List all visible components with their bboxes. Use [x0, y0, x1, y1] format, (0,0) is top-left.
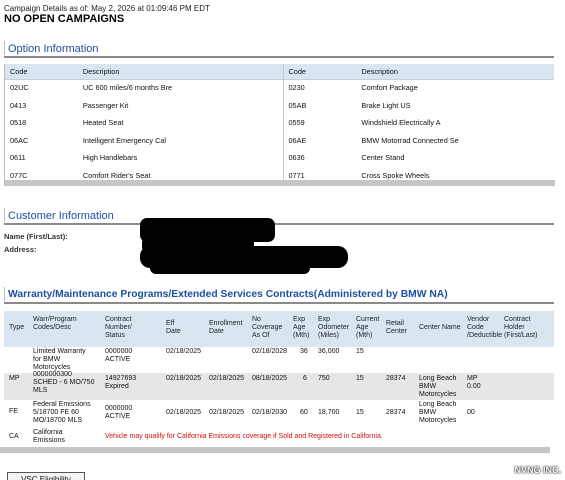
col-header-type: Type — [9, 324, 25, 331]
warranty-table-header: Type Warr/Program Codes/Desc Contract Nu… — [4, 311, 554, 347]
exp-odometer: 18,700 — [318, 409, 340, 416]
col-header-contract-holder: Contract Holder (First/Last) — [504, 316, 538, 339]
campaign-status: NO OPEN CAMPAIGNS — [4, 13, 125, 25]
program-desc: 0000000300 SCHED - 6 MO/750 MLS — [33, 371, 95, 394]
retail-center: 28374 — [386, 409, 406, 416]
option-table: Code Description Code Description 02UC U… — [4, 64, 555, 186]
eff-date: 02/18/2025 — [166, 409, 202, 416]
table-row: 02UC UC 600 miles/6 months Bre 0230 Comf… — [5, 80, 554, 98]
option-code: 06AE — [288, 135, 307, 145]
table-row: Limited Warranty for BMW Motorcycles 000… — [4, 347, 554, 373]
option-description: Intelligent Emergency Cal — [78, 132, 284, 150]
table-row: 06AC Intelligent Emergency Cal 06AE BMW … — [5, 132, 554, 150]
option-code: 0559 — [288, 118, 305, 127]
option-code: 06AC — [10, 135, 29, 145]
eff-date: 02/18/2025 — [166, 375, 202, 382]
enrollment-date: 02/18/2025 — [209, 409, 245, 416]
col-header-program: Warr/Program Codes/Desc — [33, 316, 77, 331]
col-header-contract: Contract Number/ Status — [105, 316, 132, 339]
col-header-exp-age: Exp Age (Mth) — [293, 316, 310, 339]
col-header-description-2: Description — [361, 67, 398, 76]
col-header-current-age: Current Age (Mth) — [356, 316, 380, 339]
exp-odometer: 750 — [318, 375, 330, 382]
watermark: NVNG INC. — [514, 465, 561, 475]
exp-odometer: 36,000 — [318, 348, 340, 355]
vendor-code: 00 — [467, 409, 475, 416]
exp-age: 6 — [303, 375, 307, 382]
option-table-footer-bar — [5, 180, 555, 186]
coverage-date: 08/18/2025 — [252, 375, 288, 382]
retail-center: 28374 — [386, 375, 406, 382]
col-header-eff-date: Eff Date — [166, 320, 181, 335]
coverage-date: 02/18/2028 — [252, 348, 288, 355]
program-type: CA — [9, 433, 19, 440]
option-description: Comfort Package — [361, 83, 418, 92]
option-code: 05AB — [288, 100, 307, 110]
enrollment-date: 02/18/2025 — [209, 375, 245, 382]
option-description: High Handlebars — [78, 150, 284, 168]
center-name: Long Beach BMW Motorcycles — [419, 375, 457, 398]
table-row: 0611 High Handlebars 0636 Center Stand — [5, 150, 554, 168]
coverage-date: 02/18/2030 — [252, 409, 288, 416]
campaign-asof-text: Campaign Details as of: May 2, 2026 at 0… — [4, 4, 210, 13]
california-emissions-note: Vehicle may qualify for California Emiss… — [105, 433, 383, 440]
exp-age: 60 — [300, 409, 308, 416]
option-code: 02UC — [10, 83, 29, 92]
center-name: Long Beach BMW Motorcycles — [419, 401, 457, 424]
col-header-retail-center: Retail Center — [386, 320, 408, 335]
current-age: 15 — [356, 348, 364, 355]
option-code: 0413 — [10, 100, 27, 110]
option-description: Windshield Electrically A — [361, 118, 441, 127]
vsc-eligibility-button[interactable]: VSC Eligibility — [7, 472, 85, 480]
customer-info-title: Customer Information — [4, 208, 554, 225]
option-description: UC 600 miles/6 months Bre — [78, 80, 284, 98]
program-desc: Limited Warranty for BMW Motorcycles — [33, 348, 86, 371]
current-age: 15 — [356, 375, 364, 382]
table-row: 0413 Passenger Kit 05AB Brake Light US — [5, 97, 554, 115]
col-header-coverage: No Coverage As Of — [252, 316, 283, 339]
warranty-table-footer-bar — [0, 447, 550, 453]
vendor-code: MP 0.00 — [467, 375, 481, 390]
col-header-vendor: Vendor Code /Deductible — [467, 316, 503, 339]
option-info-title: Option Information — [4, 41, 554, 58]
col-header-exp-odometer: Exp Odometer (Miles) — [318, 316, 350, 339]
col-header-enrollment-date: Enrollment Date — [209, 320, 243, 335]
program-desc: California Emissions — [33, 429, 65, 444]
warranty-title: Warranty/Maintenance Programs/Extended S… — [4, 287, 554, 304]
program-type: FE — [9, 408, 18, 415]
current-age: 15 — [356, 409, 364, 416]
exp-age: 36 — [300, 348, 308, 355]
col-header-description: Description — [78, 64, 284, 79]
option-table-header: Code Description Code Description — [5, 64, 554, 80]
option-description: BMW Motorrad Connected Se — [361, 135, 459, 145]
eff-date: 02/18/2025 — [166, 348, 202, 355]
option-description: Brake Light US — [361, 100, 411, 110]
option-description: Heated Seat — [78, 115, 284, 133]
contract-status: 14927693 Expired — [105, 375, 137, 390]
contract-status: 0000000 ACTIVE — [105, 348, 133, 363]
table-row: 0518 Heated Seat 0559 Windshield Electri… — [5, 115, 554, 133]
contract-status: 0000000 ACTIVE — [105, 405, 133, 420]
option-code: 0230 — [288, 83, 305, 92]
customer-name-label: Name (First/Last): — [4, 232, 68, 241]
table-row: FE Federal Emissions 5/18700 FE 60 MO/18… — [4, 400, 554, 430]
col-header-code: Code — [10, 67, 28, 76]
warranty-table: Type Warr/Program Codes/Desc Contract Nu… — [4, 311, 554, 449]
option-description: Center Stand — [361, 153, 405, 162]
table-row: MP 0000000300 SCHED - 6 MO/750 MLS 14927… — [4, 371, 554, 400]
program-desc: Federal Emissions 5/18700 FE 60 MO/18700… — [33, 401, 91, 424]
col-header-center-name: Center Name — [419, 324, 461, 331]
option-code: 0611 — [10, 153, 26, 162]
option-description: Passenger Kit — [78, 97, 284, 115]
col-header-code-2: Code — [288, 67, 306, 76]
program-type: MP — [9, 375, 20, 382]
option-code: 0518 — [10, 118, 27, 127]
customer-address-label: Address: — [4, 245, 37, 254]
option-code: 0636 — [288, 153, 305, 162]
